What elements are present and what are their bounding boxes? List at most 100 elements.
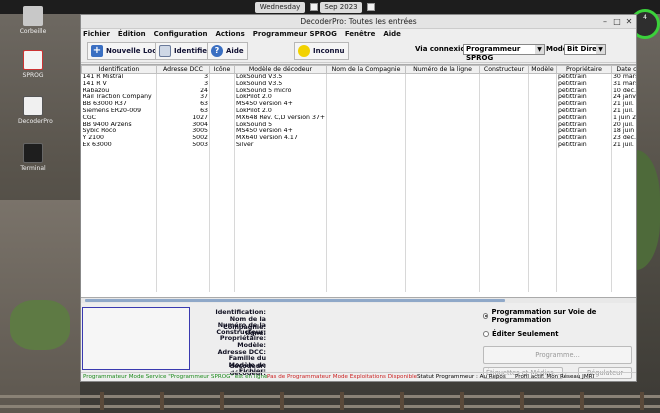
table-row[interactable]: Sybic Roco 3005 MS450 version 4+ petittrain… bbox=[81, 128, 636, 136]
radio-programming-track[interactable]: Programmation sur Voie de Programmation bbox=[483, 308, 636, 324]
column-header[interactable]: Modèle de décodeur bbox=[234, 65, 327, 74]
scrollbar-thumb[interactable] bbox=[85, 299, 505, 302]
table-cell bbox=[156, 203, 210, 210]
table-cell bbox=[156, 209, 210, 217]
minimize-icon[interactable]: – bbox=[600, 17, 610, 27]
table-cell bbox=[326, 94, 406, 102]
menu-configuration[interactable]: Configuration bbox=[154, 29, 208, 39]
table-cell bbox=[528, 101, 557, 108]
table-row[interactable]: 141 R V 3 LokSound V3.5 petittrain 31 mars bbox=[81, 80, 636, 88]
programme-button[interactable]: Programme... bbox=[483, 346, 632, 364]
calendar-prev-icon[interactable] bbox=[310, 3, 318, 11]
table-cell bbox=[81, 216, 157, 224]
menu-actions[interactable]: Actions bbox=[215, 29, 244, 39]
table-cell bbox=[405, 257, 480, 265]
trash-icon bbox=[23, 6, 43, 26]
column-header[interactable]: Numéro de la ligne bbox=[405, 65, 480, 74]
table-cell bbox=[156, 148, 210, 156]
menu-programmeur-sprog[interactable]: Programmeur SPROG bbox=[253, 29, 337, 39]
table-cell bbox=[528, 80, 557, 88]
close-icon[interactable]: ✕ bbox=[624, 17, 634, 27]
column-header[interactable]: Date c bbox=[611, 65, 636, 74]
table-cell bbox=[479, 175, 529, 183]
table-cell bbox=[81, 277, 157, 285]
table-cell: 20 juil. 2 bbox=[611, 121, 636, 129]
table-cell bbox=[209, 107, 235, 115]
table-cell bbox=[326, 257, 406, 265]
identify-button[interactable]: Identifier bbox=[155, 42, 215, 60]
column-header[interactable]: Identification bbox=[81, 65, 157, 74]
table-row[interactable]: Rail Traction Company 37 LokPilot 2.0 petit… bbox=[81, 94, 636, 102]
connection-select[interactable]: Programmeur SPROG ▼ bbox=[463, 44, 545, 62]
table-cell: 30 mars bbox=[611, 73, 636, 81]
table-horizontal-scrollbar[interactable] bbox=[81, 297, 636, 303]
mode-select[interactable]: Bit Direct ▼ bbox=[564, 44, 606, 55]
desktop-icon-trash[interactable]: Corbeille bbox=[18, 6, 48, 35]
table-cell: LokSound 5 bbox=[234, 121, 327, 129]
table-row[interactable]: Rabazou 24 LokSound 5 micro petittrain 10 dé… bbox=[81, 87, 636, 95]
column-header[interactable]: Adresse DCC bbox=[156, 65, 210, 74]
table-cell: 3 bbox=[156, 80, 210, 88]
table-cell: 5003 bbox=[156, 141, 210, 149]
table-cell: 21 juil. 2 bbox=[611, 141, 636, 149]
table-cell bbox=[405, 155, 480, 163]
menu-fichier[interactable]: Fichier bbox=[83, 29, 110, 39]
table-row[interactable]: BB 9400 Arzens 3004 LokSound 5 petittrain 20… bbox=[81, 121, 636, 129]
table-cell bbox=[156, 277, 210, 285]
table-row[interactable]: Ex 630005003 Silver petittrain21 juil. 2 bbox=[81, 141, 636, 149]
table-cell bbox=[326, 237, 406, 244]
table-cell bbox=[528, 230, 557, 238]
help-button[interactable]: ? Aide bbox=[207, 42, 248, 60]
table-cell bbox=[479, 141, 529, 149]
table-cell bbox=[326, 114, 406, 122]
desktop-icon-terminal[interactable]: Terminal bbox=[18, 143, 48, 172]
table-cell bbox=[81, 189, 157, 197]
table-cell bbox=[81, 203, 157, 210]
table-cell bbox=[405, 196, 480, 204]
terminal-icon bbox=[23, 143, 43, 163]
table-cell bbox=[528, 216, 557, 224]
radio-edit-only[interactable]: Éditer Seulement bbox=[483, 330, 558, 338]
table-cell: petittrain bbox=[556, 107, 612, 115]
table-row[interactable]: 141 R Mistral 3 LokSound V3.5 petittrain 30 … bbox=[81, 73, 636, 81]
table-cell bbox=[81, 182, 157, 190]
desktop-icon-sprog[interactable]: SPROG bbox=[18, 50, 48, 79]
table-cell bbox=[405, 203, 480, 210]
column-header[interactable]: Modèle bbox=[528, 65, 557, 74]
table-row[interactable]: Y 2100 5002 MX640 version 4.17 petittrain 23… bbox=[81, 135, 636, 142]
table-cell bbox=[528, 175, 557, 183]
table-cell bbox=[528, 264, 557, 272]
table-row[interactable]: CGC 1027 MX648 Rev. C,D version 37+ petittr… bbox=[81, 114, 636, 122]
table-cell bbox=[209, 189, 235, 197]
table-cell bbox=[81, 209, 157, 217]
column-header[interactable]: Icône bbox=[209, 65, 235, 74]
loco-image-preview bbox=[82, 307, 190, 370]
menu-aide[interactable]: Aide bbox=[383, 29, 401, 39]
desktop-icon-decoderpro[interactable]: DecoderPro bbox=[18, 96, 53, 125]
menu-edition[interactable]: Édition bbox=[118, 29, 146, 39]
calendar-next-icon[interactable] bbox=[367, 3, 375, 11]
table-cell bbox=[479, 101, 529, 108]
column-header[interactable]: Nom de la Compagnie bbox=[326, 65, 406, 74]
unknown-button[interactable]: Inconnu bbox=[294, 42, 349, 60]
month-label[interactable]: Sep 2023 bbox=[320, 2, 362, 13]
maximize-icon[interactable]: □ bbox=[612, 17, 622, 27]
table-cell: Rabazou bbox=[81, 87, 157, 95]
table-cell bbox=[326, 277, 406, 285]
table-cell bbox=[479, 216, 529, 224]
day-label[interactable]: Wednesday bbox=[255, 2, 305, 13]
column-header[interactable]: Constructeur bbox=[479, 65, 529, 74]
roster-table[interactable]: Identification Adresse DCC Icône Modèle … bbox=[81, 64, 636, 299]
table-cell bbox=[209, 121, 235, 129]
menu-fenetre[interactable]: Fenêtre bbox=[345, 29, 376, 39]
window-titlebar[interactable]: DecoderPro: Toutes les entrées – □ ✕ bbox=[81, 15, 636, 29]
column-header[interactable]: Propriétaire bbox=[556, 65, 612, 74]
table-cell bbox=[209, 101, 235, 108]
table-row[interactable]: BB 63000 R37 63 MS450 version 4+ petittrain… bbox=[81, 101, 636, 108]
new-loco-button[interactable]: + Nouvelle Loco bbox=[87, 42, 166, 60]
table-cell bbox=[326, 175, 406, 183]
magnifier-icon bbox=[159, 45, 171, 57]
table-row[interactable]: Siemens ER20-009 63 LokPilot 2.0 petittrain… bbox=[81, 107, 636, 115]
table-cell bbox=[156, 182, 210, 190]
table-cell bbox=[479, 135, 529, 142]
